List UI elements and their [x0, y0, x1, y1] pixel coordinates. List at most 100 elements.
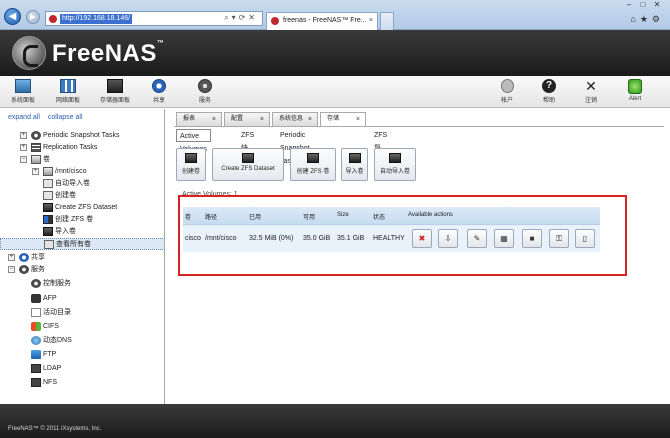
expand-toggle-icon[interactable]: + — [32, 168, 39, 175]
nfs-icon — [31, 378, 41, 387]
tree-item-create-zfs-dataset[interactable]: Create ZFS Dataset — [0, 202, 164, 214]
toolbar-storage-label: 存储器面板 — [99, 98, 130, 104]
browser-tab-freenas[interactable]: freenas - FreeNAS™ Fre... × — [266, 12, 378, 30]
tree-item-replication-tasks[interactable]: + Replication Tasks — [0, 142, 164, 154]
collapse-all-link[interactable]: collapse all — [48, 114, 83, 121]
subtab-active-volumes[interactable]: Active Volumes — [176, 129, 211, 153]
close-tab-icon[interactable]: × — [308, 113, 312, 126]
detach-volume-button[interactable]: ✖ — [412, 229, 432, 248]
close-tab-icon[interactable]: × — [369, 13, 373, 29]
expand-all-link[interactable]: expand all — [8, 114, 40, 121]
zvol-icon: ■ — [529, 234, 535, 243]
tree-item-nfs[interactable]: NFS — [0, 377, 164, 389]
tree-item-label: Replication Tasks — [43, 144, 98, 151]
back-button[interactable]: ◀ — [4, 8, 21, 25]
collapse-toggle-icon[interactable]: − — [8, 266, 15, 273]
minimize-icon[interactable]: – — [622, 0, 636, 9]
control-services-icon — [31, 279, 41, 288]
tree-item-active-directory[interactable]: 活动目录 — [0, 307, 164, 319]
volume-available: 35.0 GiB — [303, 235, 331, 242]
collapse-toggle-icon[interactable]: − — [20, 156, 27, 163]
tree-item-label: Create ZFS Dataset — [55, 204, 118, 211]
tree-item-mnt-cisco[interactable]: + /mnt/cisco — [0, 166, 164, 178]
close-tab-icon[interactable]: × — [212, 113, 216, 126]
toolbar-alert-label: Alert — [628, 96, 642, 102]
expand-toggle-icon[interactable]: + — [20, 132, 27, 139]
window-controls: – □ ✕ — [622, 0, 664, 9]
tree-item-afp[interactable]: AFP — [0, 293, 164, 305]
maximize-icon[interactable]: □ — [636, 0, 650, 9]
detach-icon: ✖ — [418, 234, 426, 243]
tree-item-label: 控制服务 — [43, 280, 71, 287]
tree-item-ftp[interactable]: FTP — [0, 349, 164, 361]
tree-item-label: 共享 — [31, 254, 45, 261]
create-zfs-dataset-button[interactable]: Create ZFS Dataset — [212, 148, 284, 181]
toolbar-storage-button[interactable]: 存储器面板 — [96, 79, 134, 104]
tree-item-ldap[interactable]: LDAP — [0, 363, 164, 375]
change-permissions-button[interactable]: ⚿ — [549, 229, 569, 248]
tab-storage[interactable]: 存储 × — [320, 112, 366, 127]
create-volume-button[interactable]: 创建卷 — [176, 148, 206, 181]
toolbar-services-button[interactable]: 服务 — [194, 79, 216, 104]
settings-gear-icon[interactable]: ⚙ — [652, 14, 664, 24]
toolbar-alert-button[interactable]: Alert — [622, 79, 648, 102]
tab-reports[interactable]: 报表 × — [176, 112, 222, 126]
expand-toggle-icon[interactable]: + — [8, 254, 15, 261]
subtab-zfs-replication[interactable]: ZFS 复制 — [371, 129, 390, 165]
table-row[interactable]: cisco /mnt/cisco 32.5 MiB (0%) 35.0 GiB … — [183, 224, 600, 252]
forward-button[interactable]: ▶ — [26, 10, 40, 24]
tab-settings[interactable]: 配置 × — [224, 112, 270, 126]
tree-item-control-services[interactable]: 控制服务 — [0, 278, 164, 290]
new-tab-button[interactable] — [380, 12, 394, 30]
tree-item-volumes[interactable]: − 卷 — [0, 154, 164, 166]
tree-item-periodic-snapshot-tasks[interactable]: + Periodic Snapshot Tasks — [0, 130, 164, 142]
column-header: 可用 — [303, 215, 316, 221]
tree-item-import-volume[interactable]: 导入卷 — [0, 226, 164, 238]
subtab-periodic-snapshot-tasks[interactable]: Periodic Snapshot Tasks — [277, 129, 313, 165]
tree-item-create-volume[interactable]: 创建卷 — [0, 190, 164, 202]
snapshot-gear-icon — [31, 131, 41, 140]
tree-item-create-zfs-volume[interactable]: 创建 ZFS 卷 — [0, 214, 164, 226]
create-dataset-button[interactable]: ▦ — [494, 229, 514, 248]
toolbar-network-button[interactable]: 网络面板 — [50, 79, 86, 104]
tree-item-auto-import-volume[interactable]: 自动导入卷 — [0, 178, 164, 190]
toolbar-sharing-button[interactable]: 共享 — [148, 79, 170, 104]
toolbar-help-button[interactable]: ? 帮助 — [538, 79, 560, 104]
close-tab-icon[interactable]: × — [356, 113, 360, 126]
tree-item-label: 自动导入卷 — [55, 180, 90, 187]
address-bar[interactable]: http://192.168.18.146/ ⌕▾⟳✕ — [45, 11, 263, 26]
browser-chrome: ◀ ▶ http://192.168.18.146/ ⌕▾⟳✕ freenas … — [0, 0, 670, 30]
view-volumes-icon — [44, 240, 54, 249]
tree-item-services[interactable]: − 服务 — [0, 264, 164, 276]
subtab-zfs-snapshots[interactable]: ZFS 快照 — [238, 129, 257, 165]
expand-toggle-icon[interactable]: + — [20, 144, 27, 151]
favorites-icon[interactable]: ★ — [640, 14, 652, 24]
create-zfs-volume-button[interactable]: 创建 ZFS 卷 — [290, 148, 336, 181]
tab-system-info[interactable]: 系统信息 × — [272, 112, 318, 126]
sharing-icon — [19, 253, 29, 262]
scrub-volume-button[interactable]: ⇩ — [438, 229, 458, 248]
import-volume-button[interactable]: 导入卷 — [341, 148, 368, 181]
replication-grid-icon — [31, 143, 41, 152]
address-bar-icons[interactable]: ⌕▾⟳✕ — [224, 13, 258, 23]
tree-item-sharing[interactable]: + 共享 — [0, 252, 164, 264]
tree-item-dynamic-dns[interactable]: 动态DNS — [0, 335, 164, 347]
edit-zfs-options-button[interactable]: ✎ — [467, 229, 487, 248]
home-icon[interactable]: ⌂ — [630, 14, 639, 24]
auto-import-volume-button[interactable]: 自动导入卷 — [374, 148, 416, 181]
toolbar-logout-button[interactable]: ✕ 注销 — [580, 79, 602, 104]
toolbar-account-button[interactable]: 帐户 — [496, 79, 518, 104]
volume-size: 35.1 GiB — [337, 235, 365, 242]
close-tab-icon[interactable]: × — [260, 113, 264, 126]
close-window-icon[interactable]: ✕ — [650, 0, 664, 9]
toolbar-system-button[interactable]: 系统面板 — [6, 79, 40, 104]
ldap-icon — [31, 364, 41, 373]
toolbar-account-label: 帐户 — [500, 98, 513, 104]
alert-status-icon — [628, 79, 642, 94]
tree-item-view-all-volumes[interactable]: 查看所有卷 — [0, 238, 164, 250]
volume-status-button[interactable]: ▯ — [575, 229, 595, 248]
column-header: 路径 — [205, 215, 218, 221]
tree-item-cifs[interactable]: CIFS — [0, 321, 164, 333]
tree-expand-controls: expand all collapse all — [0, 109, 164, 127]
create-zvol-button[interactable]: ■ — [522, 229, 542, 248]
